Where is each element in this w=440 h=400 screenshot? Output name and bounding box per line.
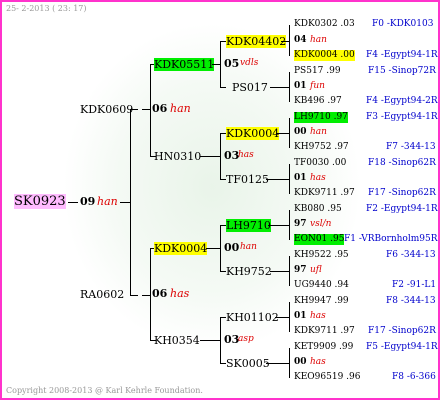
- gen4-origin: F0 -KDK0103: [372, 19, 434, 29]
- gen4-queen-id[interactable]: KH9522 .95: [294, 250, 349, 261]
- gen3-queen-id[interactable]: KH01102: [226, 311, 279, 324]
- gen4-year: 00: [294, 357, 307, 367]
- gen4-breeder: fun: [310, 81, 325, 91]
- gen3-queen-id[interactable]: SK0005: [226, 357, 270, 370]
- gen4-origin: F8 -6-366: [392, 372, 436, 382]
- gen2-queen-id[interactable]: KDK0004: [154, 242, 208, 255]
- gen4-origin: F4 -Egypt94-2R: [366, 96, 438, 106]
- gen4-queen-id[interactable]: KDK9711 .97: [294, 188, 355, 199]
- gen3-queen-id[interactable]: LH9710: [226, 219, 271, 232]
- gen4-year: 97: [294, 265, 307, 275]
- gen4-year: 04: [294, 35, 307, 45]
- gen1-year: 06: [152, 287, 168, 300]
- root-year: 09: [80, 195, 96, 208]
- gen1-queen-id[interactable]: RA0602: [80, 288, 124, 301]
- gen4-breeder: has: [310, 311, 326, 321]
- gen2-queen-id[interactable]: KH0354: [154, 334, 200, 347]
- gen1-breeder: han: [170, 102, 191, 115]
- gen3-queen-id[interactable]: KH9752: [226, 265, 272, 278]
- gen2-year: 00: [224, 241, 240, 254]
- gen4-breeder: has: [310, 173, 326, 183]
- gen4-breeder: has: [310, 357, 326, 367]
- gen4-origin: F4 -Egypt94-1R: [366, 50, 438, 60]
- gen4-origin: F17 -Sinop62R: [368, 326, 436, 336]
- gen4-year: 01: [294, 173, 307, 183]
- gen4-queen-id[interactable]: UG9440 .94: [294, 280, 349, 291]
- gen3-queen-id[interactable]: KDK04402: [226, 35, 287, 48]
- copyright: Copyright 2008-2013 @ Karl Kehrle Founda…: [6, 386, 203, 395]
- gen1-year: 06: [152, 102, 168, 115]
- gen4-origin: F2 -Egypt94-1R: [366, 204, 438, 214]
- pedigree-frame: 25- 2-2013 ( 23: 17) Copyright 2008-2013…: [0, 0, 440, 400]
- root-breeder: han: [97, 195, 118, 208]
- gen4-year: 01: [294, 311, 307, 321]
- gen4-queen-id[interactable]: KDK9711 .97: [294, 326, 355, 337]
- gen1-breeder: has: [170, 287, 190, 300]
- gen4-origin: F18 -Sinop62R: [368, 158, 436, 168]
- gen4-origin: F3 -Egypt94-1R: [366, 112, 438, 122]
- gen4-breeder: han: [310, 35, 327, 45]
- gen3-queen-id[interactable]: PS017: [232, 81, 268, 94]
- gen4-year: 97: [294, 219, 307, 229]
- gen3-queen-id[interactable]: TF0125: [226, 173, 269, 186]
- gen4-queen-id[interactable]: KB496 .97: [294, 96, 342, 107]
- gen2-queen-id[interactable]: HN0310: [154, 150, 201, 163]
- gen4-year: 01: [294, 81, 307, 91]
- gen4-breeder: vsl/n: [310, 219, 332, 229]
- gen4-year: 00: [294, 127, 307, 137]
- gen2-breeder: has: [238, 150, 254, 160]
- gen4-queen-id[interactable]: PS517 .99: [294, 66, 341, 77]
- gen4-origin: F1 -VRBornholm95R: [344, 234, 438, 244]
- gen4-breeder: ufl: [310, 265, 322, 275]
- gen4-queen-id[interactable]: LH9710 .97: [294, 112, 348, 123]
- gen4-queen-id[interactable]: EON01 .95: [294, 234, 345, 245]
- gen4-queen-id[interactable]: KH9947 .99: [294, 296, 349, 307]
- gen2-breeder: han: [240, 242, 257, 252]
- gen4-origin: F5 -Egypt94-1R: [366, 342, 438, 352]
- gen4-origin: F2 -91-L1: [392, 280, 437, 290]
- gen2-year: 05: [224, 57, 240, 70]
- gen2-queen-id[interactable]: KDK05511: [154, 58, 215, 71]
- gen4-queen-id[interactable]: KH9752 .97: [294, 142, 349, 153]
- gen1-queen-id[interactable]: KDK0609: [80, 103, 133, 116]
- gen4-origin: F7 -344-13: [386, 142, 436, 152]
- gen4-queen-id[interactable]: KEO96519 .96: [294, 372, 360, 383]
- gen4-queen-id[interactable]: KDK0302 .03: [294, 19, 355, 30]
- gen4-origin: F15 -Sinop72R: [368, 66, 436, 76]
- gen4-queen-id[interactable]: KB080 .95: [294, 204, 342, 215]
- gen4-queen-id[interactable]: KDK0004 .00: [294, 50, 355, 61]
- gen2-breeder: vdls: [240, 58, 259, 68]
- gen4-origin: F17 -Sinop62R: [368, 188, 436, 198]
- gen4-breeder: han: [310, 127, 327, 137]
- gen3-queen-id[interactable]: KDK0004: [226, 127, 280, 140]
- gen4-origin: F8 -344-13: [386, 296, 436, 306]
- root-queen-id[interactable]: SK0923: [14, 194, 66, 209]
- gen4-queen-id[interactable]: TF0030 .00: [294, 158, 346, 169]
- timestamp: 25- 2-2013 ( 23: 17): [6, 4, 87, 13]
- gen2-breeder: asp: [238, 334, 254, 344]
- gen4-queen-id[interactable]: KET9909 .99: [294, 342, 353, 353]
- gen4-origin: F6 -344-13: [386, 250, 436, 260]
